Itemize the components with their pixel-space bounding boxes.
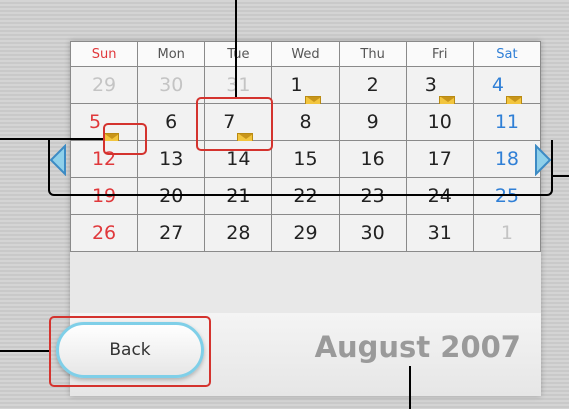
day-cell-with-mail[interactable]: 3 — [405, 66, 474, 107]
weekday-fri: Fri — [405, 41, 474, 67]
callout-line-top — [235, 0, 237, 97]
day-cell: 30 — [137, 66, 206, 104]
day-number: 30 — [360, 222, 385, 244]
weekday-wed: Wed — [271, 41, 340, 67]
day-number: 8 — [299, 111, 312, 133]
day-cell: 31 — [405, 214, 474, 252]
day-number: 1 — [500, 222, 513, 244]
day-number: 28 — [226, 222, 251, 244]
day-number: 6 — [165, 111, 178, 133]
wii-message-board-calendar: Sun Mon Tue Wed Thu Fri Sat 29 30 31 1 2… — [0, 0, 569, 409]
day-cell: 6 — [137, 103, 206, 141]
day-cell: 10 — [405, 103, 474, 141]
day-cell: 1 — [472, 214, 542, 252]
day-number: 3 — [424, 74, 437, 96]
day-number: 29 — [293, 222, 318, 244]
day-cell: 11 — [472, 103, 542, 141]
callout-line-month — [409, 366, 411, 409]
callout-line-back — [0, 350, 49, 352]
day-number: 26 — [91, 222, 117, 244]
weekday-header-row: Sun Mon Tue Wed Thu Fri Sat — [69, 41, 542, 67]
day-cell-with-mail[interactable]: 1 — [271, 66, 340, 107]
month-year-label: August 2007 — [314, 330, 521, 364]
day-cell: 30 — [338, 214, 407, 252]
day-cell: 29 — [271, 214, 340, 252]
day-number: 29 — [91, 74, 117, 96]
day-cell: 29 — [69, 66, 139, 104]
day-cell: 28 — [204, 214, 273, 252]
day-number: 27 — [159, 222, 184, 244]
callout-line-arrow — [553, 175, 569, 177]
day-cell: 27 — [137, 214, 206, 252]
weekday-sun: Sun — [69, 41, 139, 67]
week-row-5: 26 27 28 29 30 31 1 — [69, 214, 542, 252]
day-number: 11 — [494, 111, 520, 133]
day-number: 4 — [491, 74, 504, 96]
day-cell: 26 — [69, 214, 139, 252]
weekday-thu: Thu — [338, 41, 407, 67]
day-cell: 9 — [338, 103, 407, 141]
weekday-sat: Sat — [472, 41, 542, 67]
day-number: 5 — [89, 111, 102, 133]
day-number: 31 — [427, 222, 452, 244]
day-number: 30 — [159, 74, 184, 96]
day-cell: 8 — [271, 103, 340, 141]
day-number: 9 — [366, 111, 379, 133]
weekday-tue: Tue — [204, 41, 273, 67]
day-number: 31 — [226, 74, 251, 96]
day-number: 2 — [366, 74, 379, 96]
day-number: 1 — [290, 74, 303, 96]
callout-box-back — [49, 316, 211, 387]
day-number: 10 — [427, 111, 452, 133]
week-row-1: 29 30 31 1 2 3 4 — [69, 66, 542, 107]
day-cell-with-mail[interactable]: 4 — [472, 66, 542, 107]
weekday-mon: Mon — [137, 41, 206, 67]
callout-box-arrows — [48, 140, 553, 196]
day-cell: 2 — [338, 66, 407, 104]
